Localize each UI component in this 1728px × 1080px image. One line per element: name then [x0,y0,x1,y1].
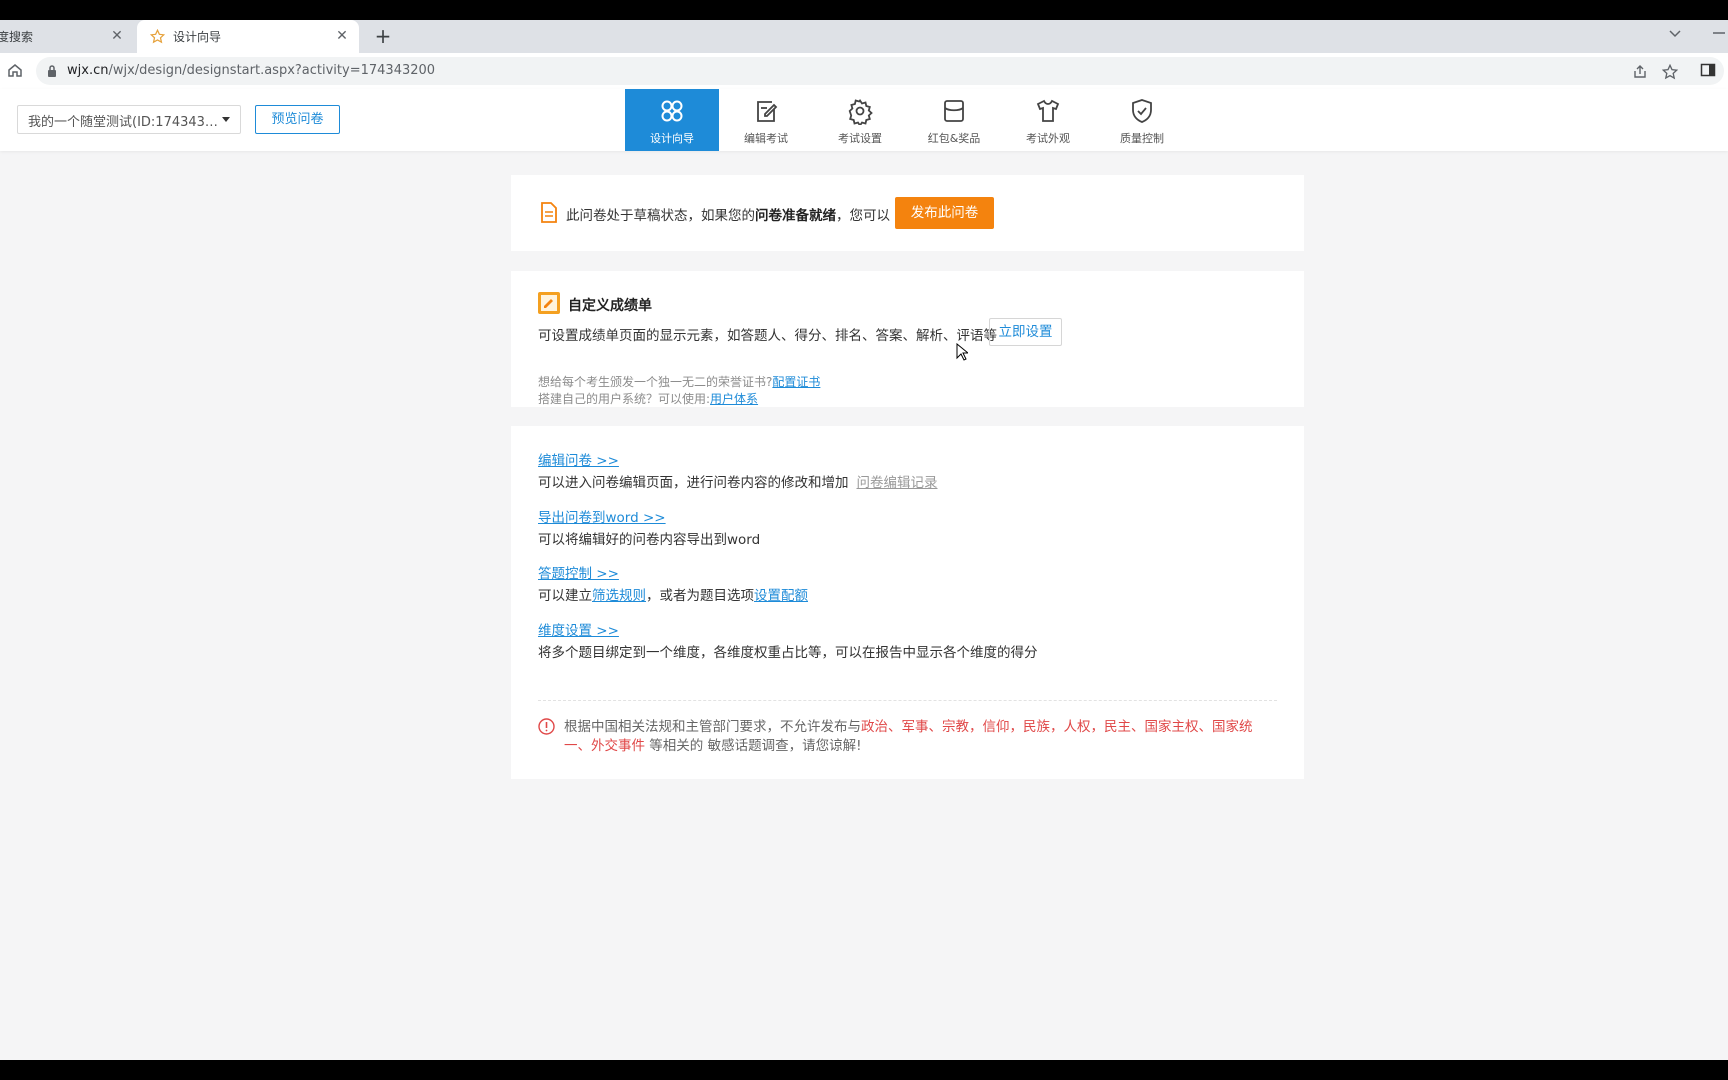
tab-label: 考试外观 [1026,132,1070,145]
tab-edit-exam[interactable]: 编辑考试 [719,89,813,151]
tab-red-packet-prizes[interactable]: 红包&奖品 [907,89,1001,151]
actions-card: 编辑问卷 >> 可以进入问卷编辑页面，进行问卷内容的修改和增加 问卷编辑记录 导出… [511,426,1304,779]
bookmark-star-icon[interactable] [1662,64,1678,80]
set-quota-link[interactable]: 设置配额 [754,588,808,604]
user-system-hint: 搭建自己的用户系统？可以使用:用户体系 [538,392,759,406]
compliance-warning: 根据中国相关法规和主管部门要求，不允许发布与政治、军事、宗教，信仰，民族，人权，… [564,719,1253,754]
warning-icon [538,718,555,735]
preview-button[interactable]: 预览问卷 [255,105,340,134]
main-nav: 设计向导 编辑考试 考试设置 红包&奖品 考试外观 质量控制 [625,89,1189,151]
export-word-link[interactable]: 导出问卷到word >> [538,506,666,526]
minimize-icon[interactable] [1712,26,1726,44]
url-text[interactable]: wjx.cn/wjx/design/designstart.aspx?activ… [67,63,435,78]
export-word-description: 可以将编辑好的问卷内容导出到word [538,532,761,548]
address-toolbar: wjx.cn/wjx/design/designstart.aspx?activ… [0,53,1728,89]
divider [538,700,1277,701]
tab-design-guide[interactable]: 设计向导 [625,89,719,151]
draft-status-text: 此问卷处于草稿状态，如果您的问卷准备就绪，您可以 [566,208,890,224]
tab-label: 设计向导 [650,132,694,145]
shirt-icon [1036,99,1060,122]
caret-down-icon [222,117,230,122]
design-guide-icon [661,100,683,122]
tab-quality-control[interactable]: 质量控制 [1095,89,1189,151]
edit-history-link[interactable]: 问卷编辑记录 [857,475,938,491]
document-icon [541,202,557,223]
tab-label: 质量控制 [1120,132,1164,145]
user-system-link[interactable]: 用户体系 [710,392,758,406]
tab-strip: 度搜索 ✕ 设计向导 ✕ + [0,20,1728,53]
tab-label: 编辑考试 [744,132,788,145]
tab-exam-appearance[interactable]: 考试外观 [1001,89,1095,151]
shield-icon [1132,99,1152,123]
tab-title: 度搜索 [0,30,34,44]
dimension-settings-link[interactable]: 维度设置 >> [538,619,619,639]
browser-tab-active[interactable]: 设计向导 ✕ [137,20,359,53]
tab-exam-settings[interactable]: 考试设置 [813,89,907,151]
lock-icon[interactable] [46,64,58,78]
custom-score-card: 自定义成绩单 可设置成绩单页面的显示元素，如答题人、得分、排名、答案、解析、评语… [511,271,1304,407]
browser-viewport: 度搜索 ✕ 设计向导 ✕ + wjx.cn/wjx/design/designs… [0,20,1728,1060]
configure-certificate-link[interactable]: 配置证书 [772,375,820,389]
set-now-button[interactable]: 立即设置 [989,318,1062,346]
dimension-settings-description: 将多个题目绑定到一个维度，各维度权重占比等，可以在报告中显示各个维度的得分 [538,645,1038,661]
envelope-icon [944,100,964,122]
chevron-down-icon[interactable] [1668,26,1682,44]
publish-button[interactable]: 发布此问卷 [895,197,994,229]
mouse-cursor-icon [956,343,968,361]
app-header: 我的一个随堂测试(ID:174343… 预览问卷 设计向导 编辑考试 考试设置 … [0,89,1728,151]
close-icon[interactable]: ✕ [335,29,349,43]
edit-icon [757,101,778,122]
side-panel-icon[interactable] [1700,62,1716,78]
filter-rules-link[interactable]: 筛选规则 [592,588,646,604]
score-card-description: 可设置成绩单页面的显示元素，如答题人、得分、排名、答案、解析、评语等 [538,328,997,344]
survey-select[interactable]: 我的一个随堂测试(ID:174343… [17,105,241,134]
draft-status-card: 此问卷处于草稿状态，如果您的问卷准备就绪，您可以 发布此问卷 [511,175,1304,251]
certificate-hint: 想给每个考生颁发一个独一无二的荣誉证书?配置证书 [538,375,821,389]
score-sheet-icon [538,292,560,314]
answer-control-link[interactable]: 答题控制 >> [538,562,619,582]
answer-control-description: 可以建立筛选规则，或者为题目选项设置配额 [538,588,808,604]
tab-label: 红包&奖品 [927,132,981,145]
new-tab-button[interactable]: + [372,26,394,48]
close-icon[interactable]: ✕ [110,29,124,43]
score-card-title: 自定义成绩单 [568,298,652,314]
home-icon[interactable] [6,61,24,79]
edit-survey-link[interactable]: 编辑问卷 >> [538,449,619,469]
survey-select-value: 我的一个随堂测试(ID:174343… [28,115,218,130]
tab-title: 设计向导 [173,30,222,44]
browser-tab-inactive[interactable]: 度搜索 ✕ [0,20,134,53]
gear-icon [848,98,873,125]
edit-survey-description: 可以进入问卷编辑页面，进行问卷内容的修改和增加 问卷编辑记录 [538,475,938,491]
star-favicon-icon [149,29,165,45]
address-bar[interactable]: wjx.cn/wjx/design/designstart.aspx?activ… [36,57,1724,85]
tab-label: 考试设置 [838,132,882,145]
share-icon[interactable] [1632,64,1648,80]
